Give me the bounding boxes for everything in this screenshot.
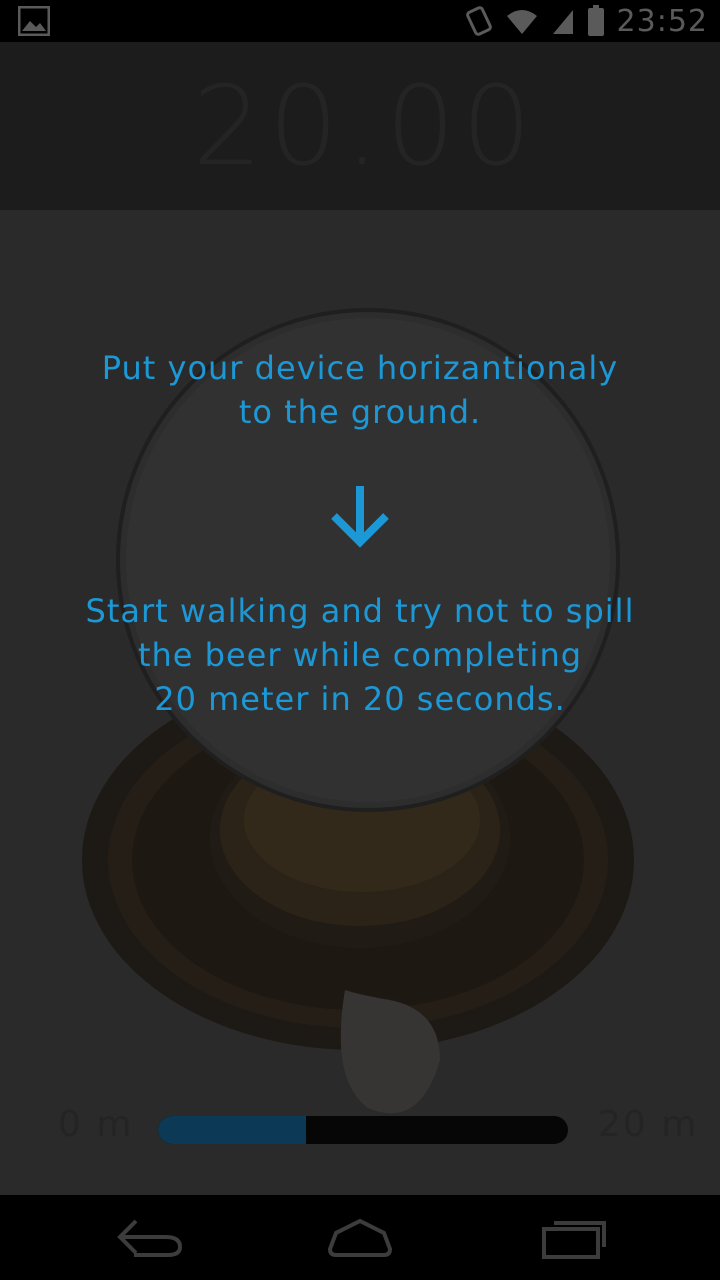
instruction-line-3: Start walking and try not to spill: [85, 592, 635, 630]
timer-header: 20.00: [0, 42, 720, 210]
distance-progress: 0 m 20 m: [0, 1102, 720, 1152]
status-icons: 23:52: [465, 0, 708, 42]
instruction-line-1: Put your device horizantionaly: [101, 349, 619, 387]
instruction-line-4: the beer while completing: [137, 636, 583, 674]
gallery-icon: [18, 6, 50, 36]
distance-end-label: 20 m: [598, 1104, 699, 1145]
navigation-bar: [0, 1195, 720, 1280]
battery-icon: [587, 5, 604, 36]
timer-display: 20.00: [192, 62, 538, 190]
clock: 23:52: [616, 3, 708, 39]
arrow-down-icon: [331, 486, 389, 548]
recent-apps-icon[interactable]: [538, 1213, 610, 1261]
distance-start-label: 0 m: [58, 1104, 134, 1145]
wifi-icon: [506, 10, 537, 34]
signal-icon: [552, 10, 573, 34]
back-icon[interactable]: [114, 1213, 186, 1261]
status-bar: 23:52: [0, 0, 720, 42]
instruction-line-5: 20 meter in 20 seconds.: [154, 680, 566, 718]
rotate-icon: [465, 6, 492, 36]
progress-fill: [158, 1116, 306, 1144]
progress-track: [158, 1116, 568, 1144]
instruction-line-2: to the ground.: [238, 393, 482, 431]
home-icon[interactable]: [324, 1213, 396, 1261]
